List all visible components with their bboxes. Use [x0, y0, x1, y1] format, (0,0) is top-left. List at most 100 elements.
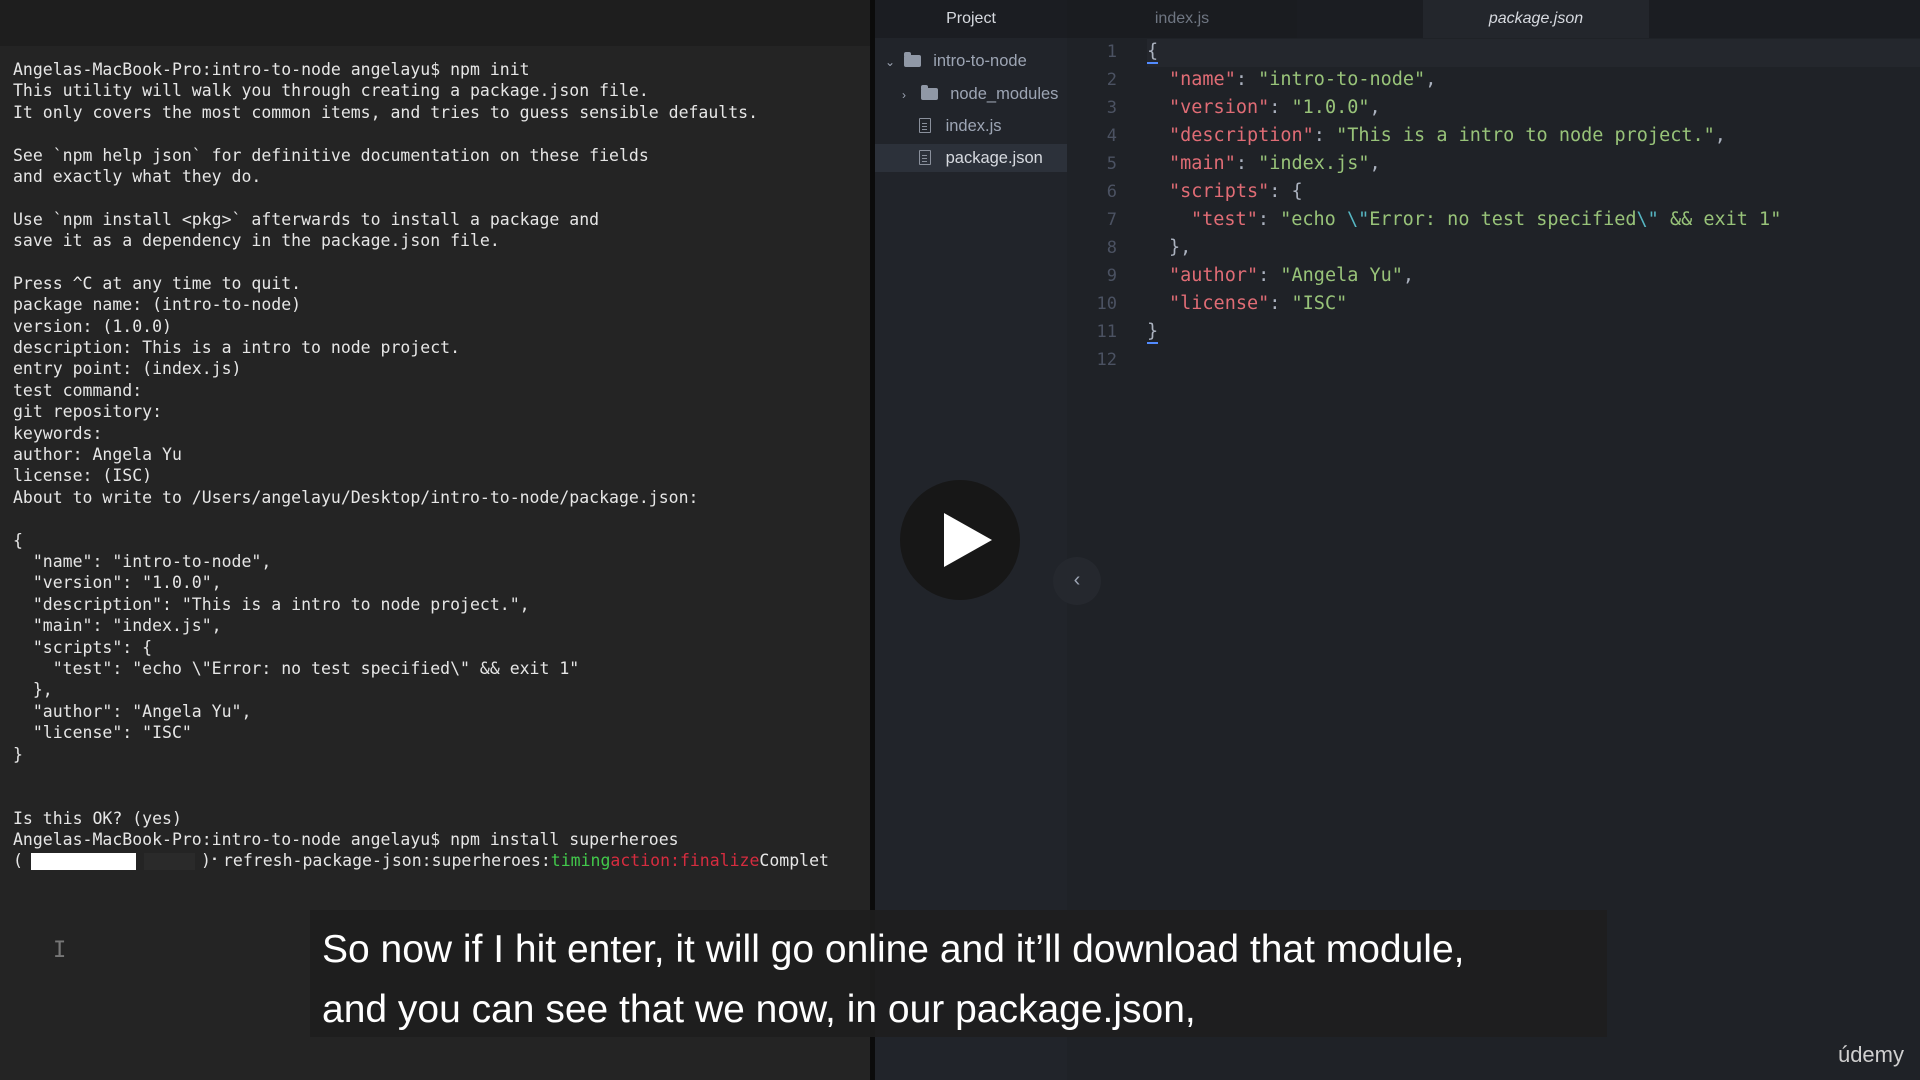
code-token: "main": [1169, 153, 1236, 174]
tree-item-index-js[interactable]: index.js: [919, 112, 1002, 140]
terminal-line: Press ^C at any time to quit.: [13, 273, 302, 293]
tab-package-json[interactable]: package.json: [1423, 0, 1649, 38]
tree-item-label: index.js: [945, 117, 1002, 135]
progress-task: refresh-package-json:superheroes:: [222, 851, 551, 871]
terminal-line: "main": "index.js",: [13, 616, 222, 636]
code-token: Error: no test specified: [1369, 209, 1637, 230]
code-line: "author": "Angela Yu",: [1169, 265, 1415, 286]
spinner-icon: ⠂: [210, 851, 223, 871]
code-token: {: [1147, 41, 1159, 64]
progress-timing: timing: [550, 851, 611, 871]
progress-status: Complet: [759, 851, 829, 871]
line-number: 11: [1096, 322, 1117, 342]
line-number: 2: [1106, 70, 1117, 90]
terminal-output: Angelas-MacBook-Pro:intro-to-node angela…: [13, 59, 865, 872]
progress-bar-track: [143, 852, 195, 870]
code-token: "1.0.0": [1291, 97, 1370, 118]
code-token: "This is a intro to node project.": [1336, 125, 1715, 146]
terminal-line: git repository:: [13, 402, 163, 422]
terminal-line: save it as a dependency in the package.j…: [13, 231, 500, 251]
code-line: "test": "echo \"Error: no test specified…: [1191, 209, 1782, 230]
code-token: "license": [1169, 293, 1270, 314]
terminal-line: },: [13, 680, 53, 700]
chevron-right-icon: ›: [902, 88, 906, 102]
terminal-line: About to write to /Users/angelayu/Deskto…: [13, 487, 699, 507]
code-token: \": [1346, 209, 1370, 230]
tree-item-root[interactable]: ⌄ intro-to-node: [885, 47, 1027, 75]
current-line-highlight: [1067, 39, 1920, 67]
code-line: "name": "intro-to-node",: [1169, 69, 1437, 90]
line-number: 6: [1106, 182, 1117, 202]
code-token: "scripts": [1169, 181, 1270, 202]
code-token: "name": [1169, 69, 1236, 90]
code-token: }: [1147, 321, 1159, 344]
video-caption: So now if I hit enter, it will go online…: [310, 910, 1607, 1037]
code-token: "intro-to-node": [1258, 69, 1426, 90]
folder-icon: [920, 85, 938, 100]
chevron-down-icon: ⌄: [885, 55, 896, 69]
file-icon: [919, 118, 931, 133]
caption-line-1: So now if I hit enter, it will go online…: [322, 928, 1465, 971]
terminal-line: license: (ISC): [13, 466, 153, 486]
code-token: "ISC": [1291, 293, 1348, 314]
terminal-line: Is this OK? (yes): [13, 808, 182, 828]
code-token: "version": [1169, 97, 1270, 118]
code-token: \": [1636, 209, 1659, 230]
udemy-logo: údemy: [1837, 1042, 1904, 1067]
terminal-line: package name: (intro-to-node): [13, 295, 302, 315]
text-cursor-icon: I: [53, 938, 67, 963]
npm-progress-line: () ⠂ refresh-package-json:superheroes: t…: [13, 850, 865, 871]
tree-item-label: package.json: [945, 149, 1043, 167]
terminal-line: test command:: [13, 380, 143, 400]
code-token: "description": [1169, 125, 1314, 146]
line-number: 7: [1106, 210, 1117, 230]
chevron-left-icon[interactable]: ‹: [1053, 557, 1101, 605]
progress-open-bracket: (: [13, 851, 23, 871]
tree-item-package-json[interactable]: package.json: [875, 144, 1067, 172]
terminal-line: {: [13, 530, 23, 550]
line-number: 4: [1106, 126, 1117, 146]
tab-index-js[interactable]: index.js: [1067, 0, 1297, 38]
terminal-line: Angelas-MacBook-Pro:intro-to-node angela…: [13, 60, 530, 79]
terminal-line: "license": "ISC": [13, 723, 192, 743]
code-line: "version": "1.0.0",: [1169, 97, 1381, 118]
play-button[interactable]: [900, 480, 1020, 600]
tab-bar: Project index.js package.json: [875, 0, 1920, 38]
code-line: },: [1169, 234, 1191, 262]
code-token: && exit 1": [1658, 209, 1782, 230]
terminal-line: }: [13, 744, 23, 764]
tree-item-node-modules[interactable]: › node_modules: [902, 80, 1058, 108]
progress-action: action:finalize: [610, 851, 760, 871]
terminal-line: This utility will walk you through creat…: [13, 81, 649, 101]
terminal-line: Use `npm install <pkg>` afterwards to in…: [13, 209, 600, 229]
line-number: 9: [1106, 266, 1117, 286]
tab-project[interactable]: Project: [875, 0, 1067, 38]
progress-close-bracket: ): [200, 851, 211, 871]
line-number: 3: [1106, 98, 1117, 118]
code-token: "author": [1169, 265, 1259, 286]
file-icon: [919, 150, 931, 165]
line-number: 10: [1096, 294, 1117, 314]
play-icon: [944, 513, 992, 567]
line-number: 8: [1106, 238, 1117, 258]
caption-line-2: and you can see that we now, in our pack…: [322, 988, 1196, 1031]
terminal-line: author: Angela Yu: [13, 445, 182, 465]
code-token: "echo: [1280, 209, 1347, 230]
terminal-line: "name": "intro-to-node",: [13, 551, 272, 571]
code-token: },: [1169, 237, 1192, 258]
terminal-line: version: (1.0.0): [13, 316, 172, 336]
code-line: {: [1147, 38, 1159, 66]
code-line: }: [1147, 318, 1159, 346]
tree-item-label: node_modules: [950, 85, 1059, 103]
code-line: "description": "This is a intro to node …: [1169, 125, 1726, 146]
terminal-line: keywords:: [13, 423, 103, 443]
code-token: "Angela Yu": [1280, 265, 1403, 286]
line-number: 1: [1106, 42, 1117, 62]
terminal-line: "author": "Angela Yu",: [13, 701, 252, 721]
